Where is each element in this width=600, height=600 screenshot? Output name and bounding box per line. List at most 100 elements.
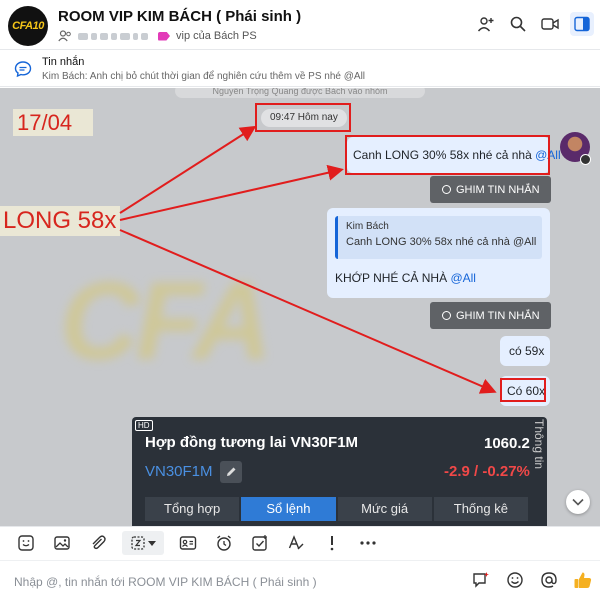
- stock-price: 1060.2: [484, 435, 530, 452]
- chat-bubble-icon: [14, 61, 32, 78]
- pin-icon: [442, 185, 451, 194]
- search-icon: [510, 16, 526, 32]
- logo-text: CFA10: [12, 20, 44, 32]
- message-input[interactable]: [14, 571, 454, 593]
- task-button[interactable]: [248, 531, 272, 555]
- video-camera-icon: [541, 18, 559, 30]
- system-message: Nguyễn Trọng Quang được Bách vào nhóm: [175, 88, 425, 98]
- info-side-label[interactable]: Thông tin: [532, 419, 546, 469]
- quote-text: Canh LONG 30% 58x nhé cả nhà @All: [346, 236, 537, 248]
- emoji-icon: [507, 572, 523, 588]
- pinned-message-bar[interactable]: Tin nhắn Kim Bách: Anh chị bỏ chút thời …: [0, 51, 600, 87]
- tag-icon: [158, 31, 170, 41]
- quote-author: Kim Bách: [346, 221, 389, 232]
- text-format-button[interactable]: [284, 531, 308, 555]
- mention-link[interactable]: @All: [535, 148, 561, 162]
- video-call-button[interactable]: [538, 12, 562, 36]
- pin-icon: [442, 311, 451, 320]
- image-icon: [54, 536, 70, 550]
- add-member-icon: [477, 17, 494, 32]
- toggle-sidebar-button[interactable]: [570, 12, 594, 36]
- screenshot-icon: [131, 536, 145, 550]
- tab-order-book[interactable]: Sổ lệnh: [241, 497, 336, 521]
- room-subtitle-row: vip của Bách PS: [58, 28, 257, 44]
- composer-toolbar: [0, 526, 600, 559]
- alarm-clock-icon: [217, 535, 231, 551]
- message-text: có 59x: [509, 344, 545, 358]
- sticker-button[interactable]: [14, 531, 38, 555]
- message-bubble[interactable]: Có 60x: [500, 376, 550, 406]
- at-sign-icon: [541, 572, 557, 588]
- annotation-date-label: 17/04: [13, 109, 93, 136]
- avatar-badge: [580, 154, 591, 165]
- mention-button[interactable]: [538, 569, 560, 591]
- message-text: KHỚP NHÉ CẢ NHÀ: [335, 271, 451, 285]
- add-member-button[interactable]: [474, 12, 498, 36]
- thumbs-up-icon: [574, 572, 592, 588]
- message-text: Có 60x: [507, 384, 546, 398]
- exclamation-icon: [330, 536, 334, 551]
- background-watermark: CFA: [60, 260, 272, 383]
- tab-price-level[interactable]: Mức giá: [337, 497, 432, 521]
- quoted-message[interactable]: Kim Bách Canh LONG 30% 58x nhé cả nhà @A…: [335, 216, 542, 259]
- emoji-button[interactable]: [504, 569, 526, 591]
- text-format-icon: [288, 535, 304, 550]
- pencil-icon: [227, 467, 236, 476]
- room-title[interactable]: ROOM VIP KIM BÁCH ( Phái sinh ): [58, 8, 301, 25]
- stock-tabs: Tổng hợp Sổ lệnh Mức giá Thống kê: [145, 497, 530, 521]
- tab-statistics[interactable]: Thống kê: [433, 497, 528, 521]
- stock-card-title: Hợp đồng tương lai VN30F1M: [145, 434, 359, 451]
- search-button[interactable]: [506, 12, 530, 36]
- pinned-title: Tin nhắn: [42, 56, 85, 68]
- contact-card-icon: [179, 536, 197, 550]
- chat-message-area[interactable]: CFA Nguyễn Trọng Quang được Bách vào nhó…: [0, 88, 600, 526]
- stock-code-link[interactable]: VN30F1M: [145, 463, 213, 480]
- more-dots-icon: [360, 541, 376, 545]
- mention-link[interactable]: @All: [450, 271, 476, 285]
- task-check-icon: [252, 535, 267, 551]
- paperclip-icon: [92, 535, 106, 550]
- pin-button-label: GHIM TIN NHẮN: [456, 183, 540, 196]
- attach-file-button[interactable]: [86, 531, 110, 555]
- blurred-member-list: [78, 32, 148, 40]
- reply-message-bubble[interactable]: Kim Bách Canh LONG 30% 58x nhé cả nhà @A…: [327, 208, 550, 298]
- caret-down-icon: [148, 540, 156, 546]
- reminder-button[interactable]: [212, 531, 236, 555]
- hd-badge: HD: [135, 420, 153, 431]
- screenshot-button[interactable]: [122, 531, 164, 555]
- arrow-to-timestamp: [119, 125, 257, 214]
- pin-message-button[interactable]: GHIM TIN NHẮN: [430, 176, 551, 203]
- message-text: Canh LONG 30% 58x nhé cả nhà: [353, 148, 536, 162]
- stock-info-card[interactable]: HD Hợp đồng tương lai VN30F1M 1060.2 VN3…: [132, 417, 547, 526]
- like-button[interactable]: [572, 569, 594, 591]
- annotation-long-label: LONG 58x: [0, 206, 120, 236]
- quick-message-button[interactable]: [470, 569, 492, 591]
- quick-message-icon: [473, 572, 489, 588]
- tab-summary[interactable]: Tổng hợp: [145, 497, 240, 521]
- reply-body: KHỚP NHÉ CẢ NHÀ @All: [335, 271, 542, 285]
- chat-header: CFA10 ROOM VIP KIM BÁCH ( Phái sinh ) vi…: [0, 0, 600, 50]
- pinned-text: Kim Bách: Anh chị bỏ chút thời gian để n…: [42, 71, 366, 82]
- message-composer: [0, 560, 600, 600]
- contact-card-button[interactable]: [176, 531, 200, 555]
- sidebar-panel-icon: [574, 16, 590, 32]
- message-bubble[interactable]: Canh LONG 30% 58x nhé cả nhà @All: [347, 137, 561, 173]
- header-actions: [474, 12, 594, 36]
- composer-actions: [470, 569, 594, 591]
- image-button[interactable]: [50, 531, 74, 555]
- members-icon[interactable]: [58, 30, 72, 42]
- group-tag-label[interactable]: vip của Bách PS: [176, 30, 257, 42]
- message-bubble[interactable]: có 59x: [500, 336, 550, 366]
- timestamp-pill: 09:47 Hôm nay: [261, 109, 347, 127]
- edit-button[interactable]: [220, 461, 242, 483]
- pin-message-button[interactable]: GHIM TIN NHẮN: [430, 302, 551, 329]
- group-avatar-logo[interactable]: CFA10: [8, 6, 48, 46]
- stock-change: -2.9 / -0.27%: [444, 463, 530, 480]
- sticker-icon: [18, 535, 34, 551]
- arrow-to-message: [119, 164, 344, 221]
- chevron-down-icon: [572, 498, 584, 506]
- more-options-button[interactable]: [356, 531, 380, 555]
- scroll-to-bottom-button[interactable]: [566, 490, 590, 514]
- pin-button-label: GHIM TIN NHẮN: [456, 309, 540, 322]
- urgent-button[interactable]: [320, 531, 344, 555]
